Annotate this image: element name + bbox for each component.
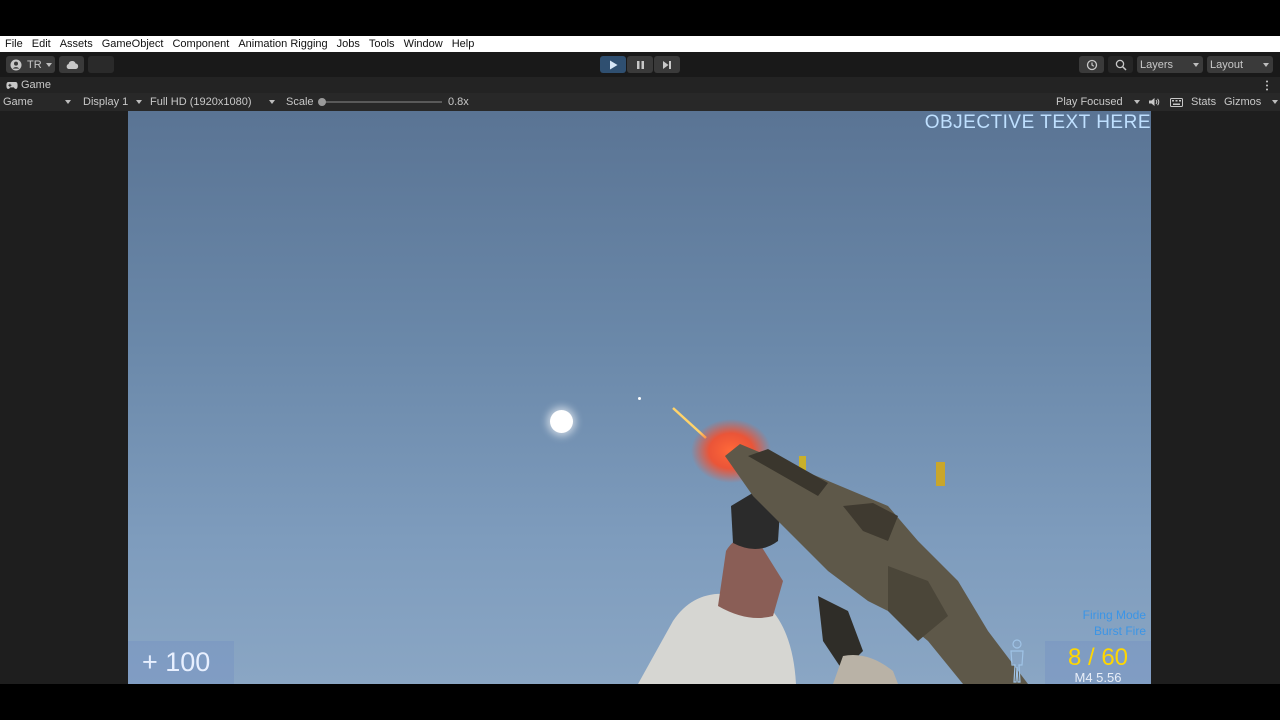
chevron-down-icon bbox=[1272, 100, 1278, 104]
gizmos-label: Gizmos bbox=[1224, 96, 1262, 108]
health-display: + 100 bbox=[128, 641, 234, 684]
letterbox-top bbox=[0, 0, 1280, 36]
firing-mode-panel: Firing Mode Burst Fire bbox=[1083, 607, 1146, 639]
step-icon bbox=[663, 60, 671, 69]
layers-dropdown[interactable]: Layers bbox=[1137, 56, 1203, 73]
menu-animation-rigging[interactable]: Animation Rigging bbox=[233, 38, 331, 50]
stats-button[interactable]: Stats bbox=[1191, 94, 1216, 110]
menu-window[interactable]: Window bbox=[399, 38, 447, 50]
undo-history-button[interactable] bbox=[1079, 56, 1104, 73]
tab-game-label: Game bbox=[21, 79, 51, 91]
scale-slider-handle[interactable] bbox=[318, 98, 326, 106]
menu-file[interactable]: File bbox=[0, 38, 27, 50]
step-button[interactable] bbox=[654, 56, 680, 73]
pause-button[interactable] bbox=[627, 56, 653, 73]
layout-dropdown[interactable]: Layout bbox=[1207, 56, 1273, 73]
firing-mode-value: Burst Fire bbox=[1093, 624, 1146, 638]
menu-gameobject[interactable]: GameObject bbox=[97, 38, 168, 50]
health-value: + 100 bbox=[142, 647, 211, 677]
menu-bar: File Edit Assets GameObject Component An… bbox=[0, 36, 1280, 52]
chevron-down-icon bbox=[136, 100, 142, 104]
tab-game[interactable]: Game bbox=[6, 79, 51, 91]
scale-slider[interactable] bbox=[318, 98, 442, 106]
menu-tools[interactable]: Tools bbox=[364, 38, 399, 50]
game-viewport[interactable]: OBJECTIVE TEXT HERE + 100 Firing Mode Bu… bbox=[128, 111, 1151, 684]
menu-edit[interactable]: Edit bbox=[27, 38, 55, 50]
play-icon bbox=[609, 60, 617, 69]
menu-help[interactable]: Help bbox=[447, 38, 479, 50]
shortcuts-toggle[interactable] bbox=[1170, 94, 1183, 110]
menu-assets[interactable]: Assets bbox=[55, 38, 97, 50]
display-label: Display 1 bbox=[83, 96, 129, 108]
layers-label: Layers bbox=[1140, 58, 1174, 71]
player-silhouette-icon bbox=[1010, 639, 1024, 683]
game-view-controls: Game Display 1 Full HD (1920x1080) Scale… bbox=[0, 93, 1280, 111]
kebab-menu-icon bbox=[1266, 80, 1268, 91]
cloud-icon bbox=[66, 60, 78, 69]
gamepad-icon bbox=[6, 81, 18, 89]
chevron-down-icon bbox=[269, 100, 275, 104]
search-button[interactable] bbox=[1108, 56, 1133, 73]
gizmos-dropdown[interactable]: Gizmos bbox=[1224, 94, 1278, 110]
ammo-display: 8 / 60 M4 5.56 bbox=[1045, 641, 1151, 684]
chevron-down-icon bbox=[65, 100, 71, 104]
weapon-scene bbox=[638, 407, 1028, 684]
letterbox-bottom bbox=[0, 684, 1280, 720]
layout-label: Layout bbox=[1210, 58, 1244, 71]
mute-audio-toggle[interactable] bbox=[1148, 94, 1160, 110]
audio-icon bbox=[1149, 98, 1160, 106]
keyboard-icon bbox=[1170, 97, 1183, 107]
panel-menu-button[interactable] bbox=[1264, 80, 1270, 94]
chevron-down-icon bbox=[1263, 63, 1269, 67]
weapon-name: M4 5.56 bbox=[1074, 670, 1122, 684]
firing-mode-title: Firing Mode bbox=[1082, 608, 1146, 622]
resolution-label: Full HD (1920x1080) bbox=[150, 96, 252, 108]
account-icon bbox=[10, 59, 22, 70]
chevron-down-icon bbox=[1193, 63, 1199, 67]
display-dropdown[interactable]: Display 1 bbox=[83, 94, 145, 110]
account-dropdown[interactable]: TR bbox=[6, 56, 55, 73]
scale-value: 0.8x bbox=[448, 96, 469, 108]
game-tab-row: Game bbox=[0, 77, 1280, 93]
history-icon bbox=[1086, 59, 1097, 70]
play-focused-label: Play Focused bbox=[1056, 96, 1123, 108]
resolution-dropdown[interactable]: Full HD (1920x1080) bbox=[150, 94, 278, 110]
play-button[interactable] bbox=[600, 56, 626, 73]
scale-label: Scale bbox=[286, 96, 314, 108]
main-toolbar: TR Layers Layout bbox=[0, 52, 1280, 77]
shell-casing bbox=[936, 462, 945, 486]
play-focused-dropdown[interactable]: Play Focused bbox=[1056, 94, 1142, 110]
account-label: TR bbox=[27, 58, 42, 71]
ammo-count: 8 / 60 bbox=[1067, 644, 1129, 671]
objective-text: OBJECTIVE TEXT HERE bbox=[924, 112, 1151, 133]
view-mode-dropdown[interactable]: Game bbox=[3, 94, 75, 110]
view-mode-label: Game bbox=[3, 96, 33, 108]
cloud-button[interactable] bbox=[59, 56, 84, 73]
search-icon bbox=[1115, 59, 1127, 71]
player-hand bbox=[833, 655, 898, 684]
player-forearm bbox=[718, 537, 783, 619]
pause-icon bbox=[636, 60, 644, 69]
menu-jobs[interactable]: Jobs bbox=[332, 38, 364, 50]
collab-button[interactable] bbox=[88, 56, 114, 73]
menu-component[interactable]: Component bbox=[167, 38, 233, 50]
chevron-down-icon bbox=[1134, 100, 1140, 104]
chevron-down-icon bbox=[46, 63, 52, 67]
